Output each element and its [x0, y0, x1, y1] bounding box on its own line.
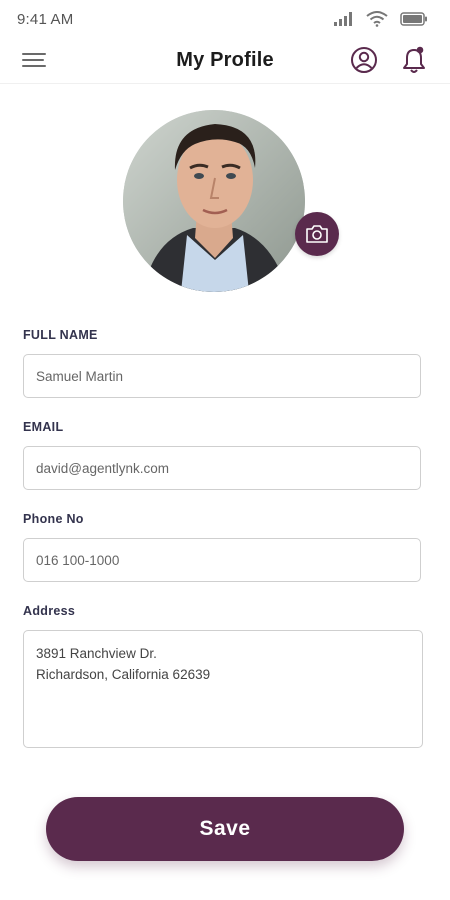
address-line-2: Richardson, California 62639: [36, 667, 211, 682]
address-textarea[interactable]: 3891 Ranchview Dr. Richardson, Californi…: [23, 630, 423, 748]
status-bar: 9:41 AM: [0, 0, 450, 38]
battery-icon: [400, 12, 427, 26]
user-circle-icon[interactable]: [350, 46, 378, 74]
page-title: My Profile: [176, 49, 274, 71]
phone-value: 016 100-1000: [36, 552, 120, 568]
address-line-1: 3891 Ranchview Dr.: [36, 646, 157, 661]
profile-form: FULL NAME Samuel Martin EMAIL david@agen…: [23, 328, 425, 748]
full-name-label: FULL NAME: [23, 328, 98, 342]
phone-input[interactable]: 016 100-1000: [23, 538, 421, 582]
save-button[interactable]: Save: [46, 797, 404, 861]
status-icons: [334, 11, 428, 27]
email-input[interactable]: david@agentlynk.com: [23, 446, 421, 490]
full-name-input[interactable]: Samuel Martin: [23, 354, 421, 398]
camera-icon: [306, 225, 328, 243]
avatar-photo: [123, 110, 305, 292]
wifi-icon: [366, 11, 388, 27]
signal-icon: [334, 12, 352, 26]
full-name-value: Samuel Martin: [36, 368, 124, 384]
hamburger-menu-icon[interactable]: [22, 50, 48, 70]
email-value: david@agentlynk.com: [36, 460, 170, 476]
avatar-container: [123, 110, 339, 292]
address-label: Address: [23, 604, 76, 618]
avatar[interactable]: [123, 110, 305, 292]
email-label: EMAIL: [23, 420, 64, 434]
phone-label: Phone No: [23, 512, 84, 526]
bell-icon[interactable]: [400, 45, 428, 75]
change-photo-button[interactable]: [295, 212, 339, 256]
status-time: 9:41 AM: [17, 10, 74, 28]
header-actions: [350, 45, 428, 75]
app-header: My Profile: [0, 38, 450, 84]
